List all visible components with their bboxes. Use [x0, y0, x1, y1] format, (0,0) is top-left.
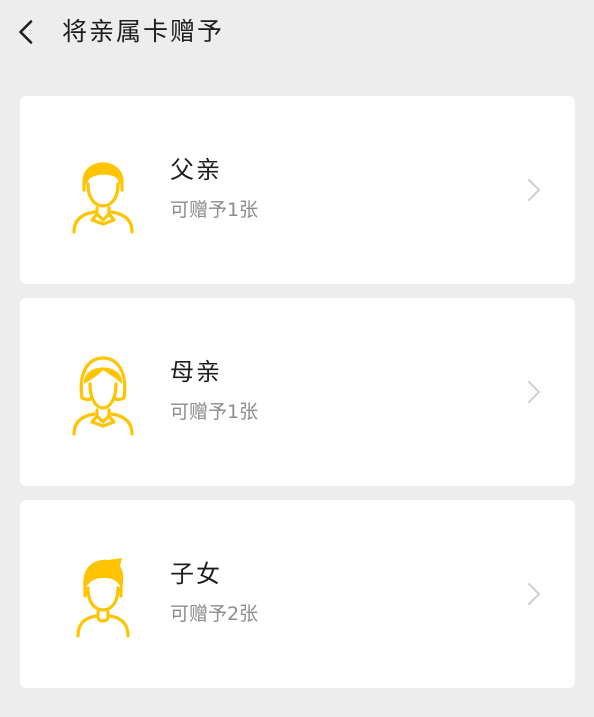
- child-avatar-icon: [76, 558, 130, 638]
- member-quota: 可赠予1张: [170, 401, 259, 423]
- mother-avatar-icon: [72, 356, 134, 436]
- chevron-right-icon: [528, 381, 540, 403]
- father-avatar-icon: [72, 162, 134, 234]
- member-name: 子女: [170, 560, 222, 588]
- member-quota: 可赠予1张: [170, 199, 259, 221]
- back-button[interactable]: [12, 16, 42, 48]
- member-card-child[interactable]: 子女 可赠予2张: [20, 500, 575, 688]
- member-card-mother[interactable]: 母亲 可赠予1张: [20, 298, 575, 486]
- top-nav-bar: 将亲属卡赠予: [0, 0, 594, 66]
- chevron-left-icon: [19, 20, 33, 44]
- member-name: 父亲: [170, 156, 222, 184]
- chevron-right-icon: [528, 583, 540, 605]
- member-quota: 可赠予2张: [170, 603, 259, 625]
- member-name: 母亲: [170, 358, 222, 386]
- page-title: 将亲属卡赠予: [62, 17, 225, 46]
- chevron-right-icon: [528, 179, 540, 201]
- member-card-father[interactable]: 父亲 可赠予1张: [20, 96, 575, 284]
